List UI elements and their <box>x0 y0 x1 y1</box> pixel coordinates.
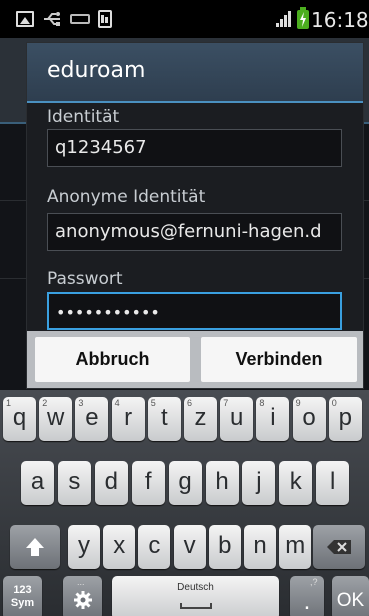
symbols-key-label-bottom: Sym <box>10 597 35 609</box>
key-s[interactable]: s <box>57 461 91 505</box>
key-b[interactable]: b <box>208 525 241 569</box>
key-f[interactable]: f <box>131 461 165 505</box>
key-label: y <box>78 532 90 559</box>
key-label: o <box>302 404 316 431</box>
key-label: z <box>194 404 207 431</box>
space-key-language: Deutsch <box>177 582 214 593</box>
key-a[interactable]: a <box>21 461 54 505</box>
settings-key-hint: ... <box>77 577 85 587</box>
key-label: s <box>68 468 81 495</box>
key-m[interactable]: m <box>279 525 312 569</box>
shift-key[interactable] <box>10 525 60 569</box>
key-label: a <box>30 468 45 495</box>
dialog-title: eduroam <box>47 58 146 83</box>
key-label: h <box>215 468 229 495</box>
key-e[interactable]: 3e <box>75 397 109 441</box>
key-q[interactable]: 1q <box>3 397 36 441</box>
signal-icon <box>276 11 294 27</box>
key-x[interactable]: x <box>103 525 136 569</box>
key-label: p <box>338 404 352 431</box>
key-label: d <box>104 468 118 495</box>
image-icon <box>16 11 34 27</box>
gear-icon <box>74 591 92 609</box>
ok-key-label: OK <box>336 590 365 611</box>
connect-button[interactable]: Verbinden <box>201 337 357 382</box>
dialog-button-bar: Abbruch Verbinden <box>27 331 363 388</box>
battery-charging-icon <box>297 7 309 29</box>
key-label: u <box>230 404 244 431</box>
keyboard-icon <box>70 14 90 24</box>
key-label: f <box>144 468 152 495</box>
symbols-key-label-top: 123 <box>13 584 32 596</box>
status-bar: 16:18 <box>0 0 369 38</box>
settings-key[interactable]: ... <box>63 576 102 616</box>
identity-label: Identität <box>47 107 120 127</box>
key-l[interactable]: l <box>316 461 350 505</box>
identity-field[interactable]: q1234567 <box>47 129 342 167</box>
key-label: i <box>270 404 276 431</box>
backspace-icon <box>327 540 351 554</box>
key-label: k <box>289 468 302 495</box>
key-d[interactable]: d <box>94 461 128 505</box>
password-field[interactable]: ••••••••••• <box>47 292 342 330</box>
key-label: b <box>218 532 232 559</box>
key-h[interactable]: h <box>205 461 239 505</box>
key-label: g <box>178 468 192 495</box>
wifi-connect-dialog: eduroam Identität q1234567 Anonyme Ident… <box>27 43 363 388</box>
key-z[interactable]: 6z <box>184 397 217 441</box>
key-label: n <box>253 532 267 559</box>
key-label: q <box>12 404 27 431</box>
key-c[interactable]: c <box>138 525 171 569</box>
clock: 16:18 <box>311 8 369 32</box>
cancel-button[interactable]: Abbruch <box>35 337 190 382</box>
key-label: x <box>113 532 126 559</box>
key-n[interactable]: n <box>244 525 276 569</box>
soft-keyboard: 1q2w3e4r5t6z7u8i9o0p asdfghjk l yxcvbnm 1… <box>0 390 369 616</box>
period-key[interactable]: ,? . <box>290 576 324 616</box>
symbols-key[interactable]: 123 Sym <box>3 576 42 616</box>
dialog-header: eduroam <box>27 43 363 103</box>
backspace-key[interactable] <box>313 525 365 569</box>
key-w[interactable]: 2w <box>39 397 73 441</box>
space-bar-icon <box>179 603 212 609</box>
clipboard-icon <box>98 10 112 28</box>
anonymous-identity-label: Anonyme Identität <box>47 187 206 207</box>
key-label: m <box>285 532 306 559</box>
key-u[interactable]: 7u <box>220 397 254 441</box>
period-key-hint: ,? <box>310 577 318 587</box>
key-label: w <box>47 404 65 431</box>
key-label: t <box>160 404 168 431</box>
key-label: e <box>85 404 99 431</box>
key-label: j <box>256 468 262 495</box>
anonymous-identity-field[interactable]: anonymous@fernuni-hagen.d <box>47 213 342 251</box>
key-y[interactable]: y <box>68 525 100 569</box>
space-key[interactable]: Deutsch <box>112 576 279 616</box>
shift-arrow-icon <box>26 538 44 556</box>
key-j[interactable]: j <box>242 461 276 505</box>
key-label: c <box>148 532 161 559</box>
password-label: Passwort <box>47 269 123 289</box>
key-i[interactable]: 8i <box>256 397 290 441</box>
key-o[interactable]: 9o <box>292 397 326 441</box>
key-p[interactable]: 0p <box>328 397 362 441</box>
key-v[interactable]: v <box>173 525 206 569</box>
ok-key[interactable]: OK <box>332 576 369 616</box>
key-r[interactable]: 4r <box>111 397 145 441</box>
period-key-label: . <box>303 588 311 615</box>
key-g[interactable]: g <box>168 461 202 505</box>
key-t[interactable]: 5t <box>147 397 181 441</box>
key-label: l <box>330 468 336 495</box>
usb-icon <box>42 11 62 27</box>
key-label: r <box>124 404 133 431</box>
key-k[interactable]: k <box>279 461 313 505</box>
key-label: v <box>183 532 196 559</box>
